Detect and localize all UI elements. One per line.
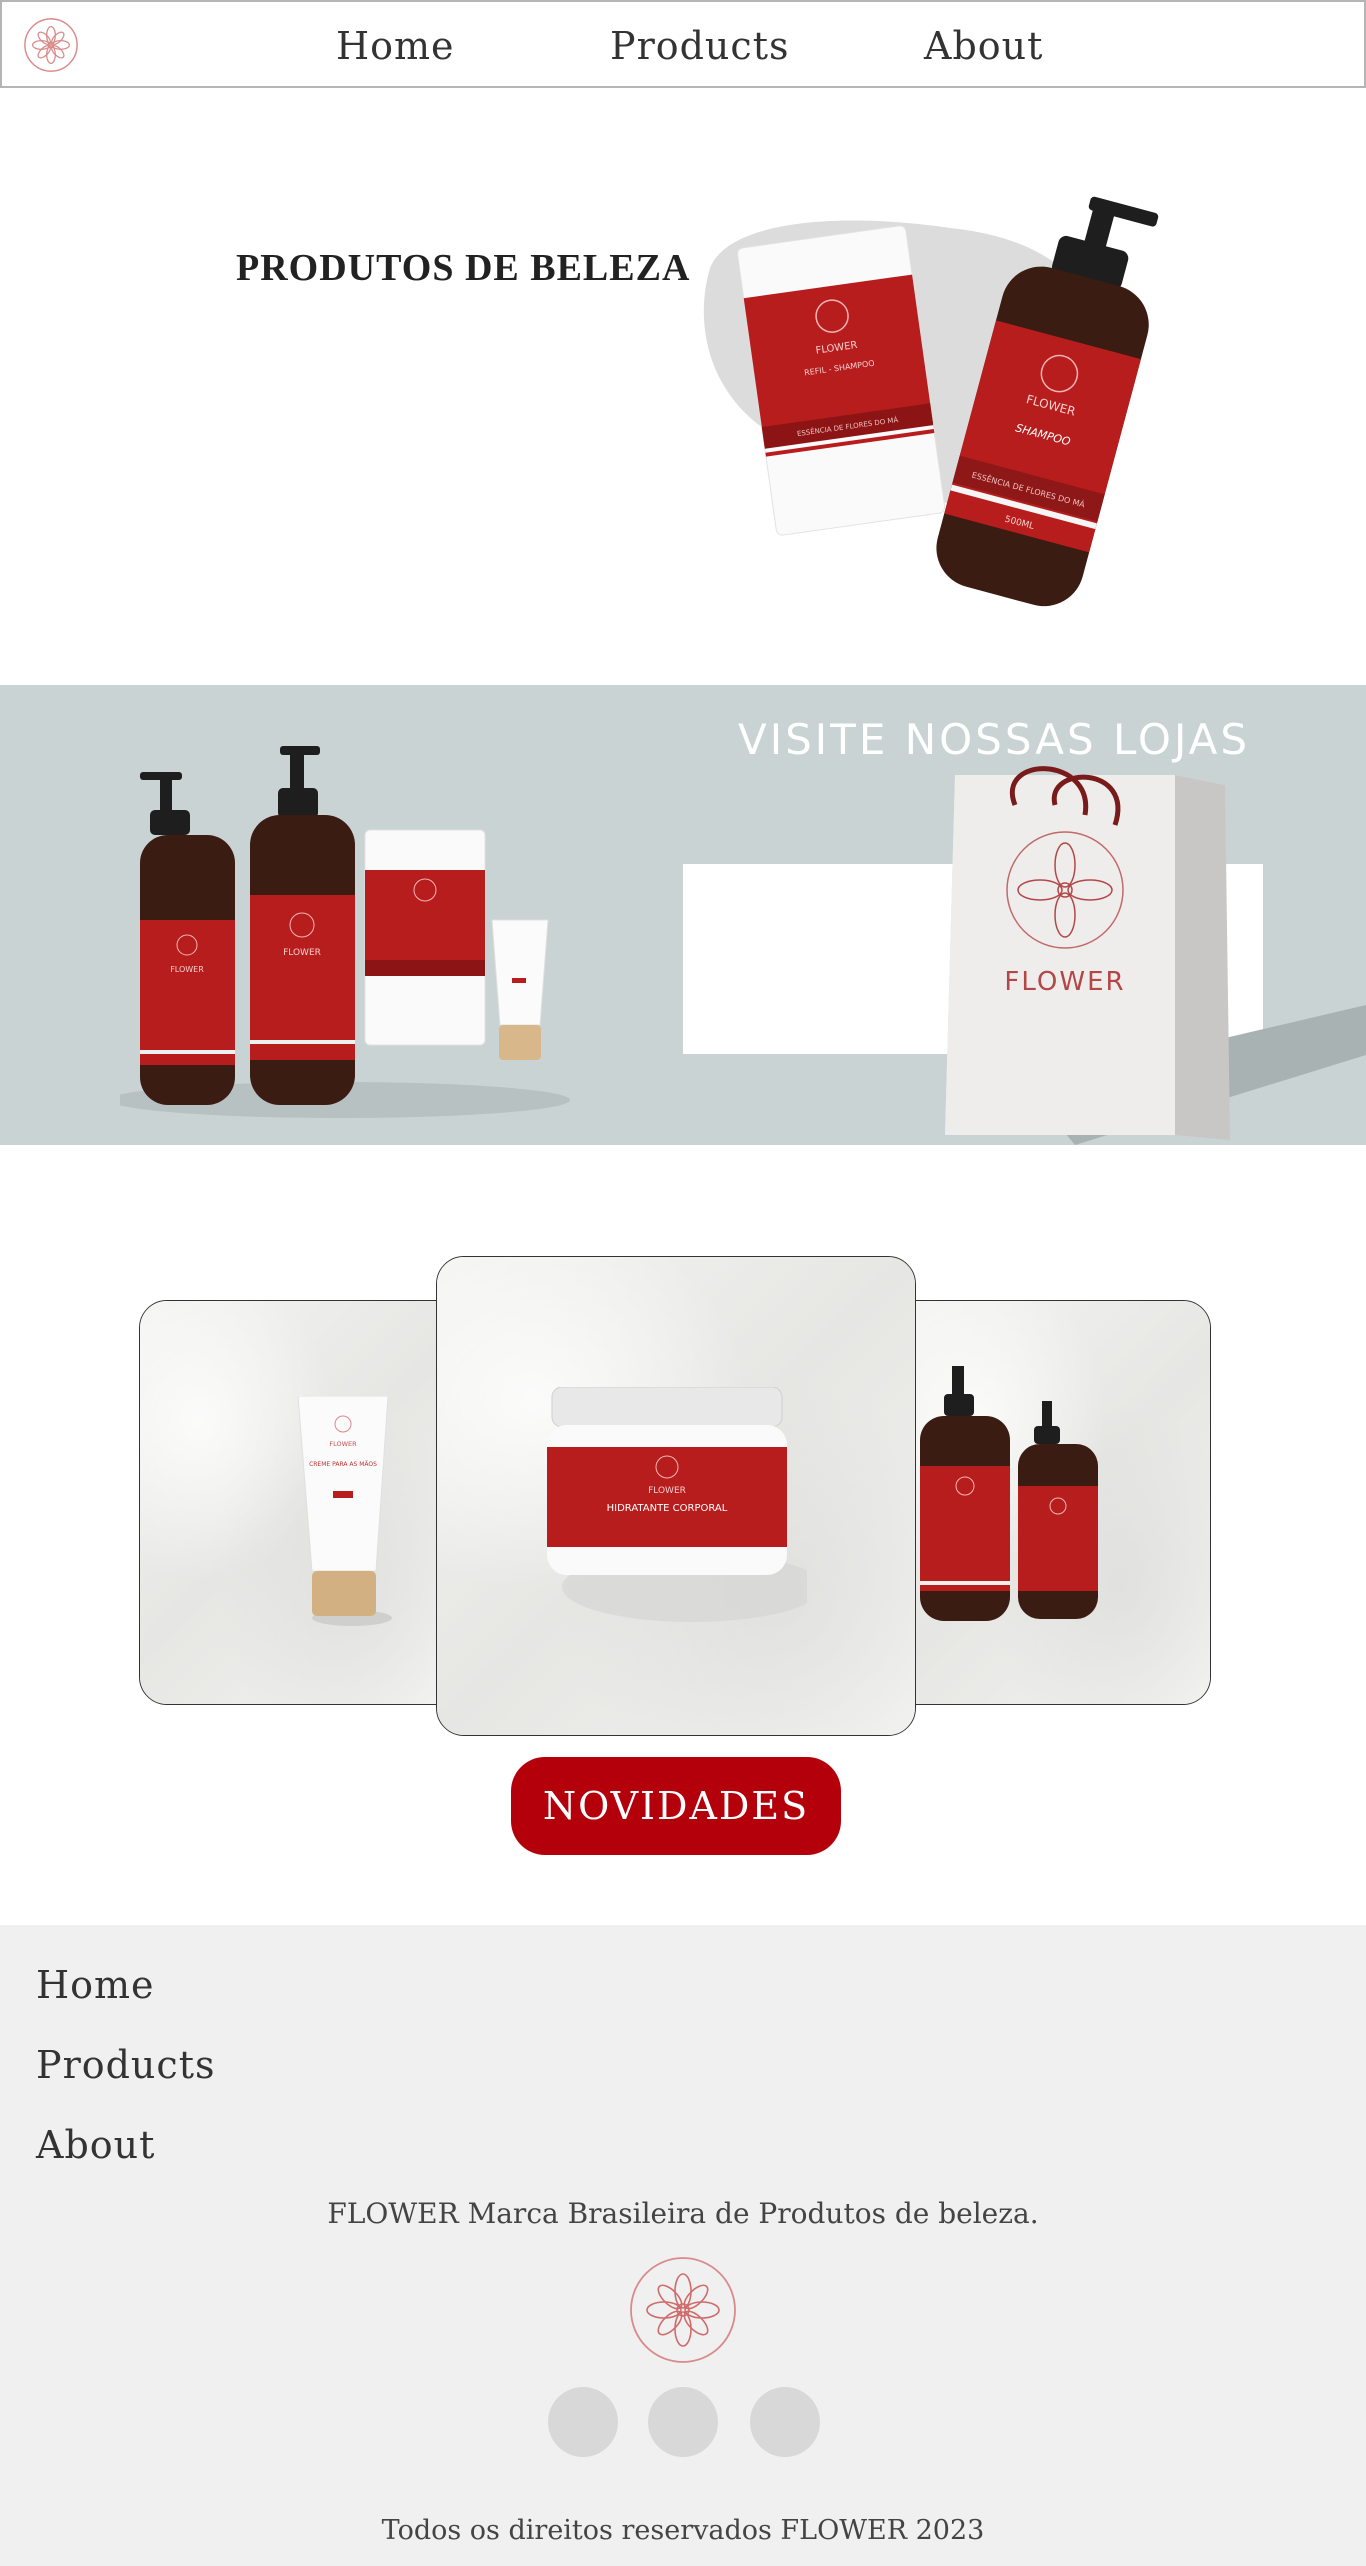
- footer-about-link[interactable]: About: [36, 2123, 155, 2167]
- product-lineup-image: FLOWER FLOWER: [120, 746, 570, 1118]
- bag-brand: FLOWER: [1004, 967, 1125, 997]
- jar-product: HIDRATANTE CORPORAL: [607, 1503, 728, 1514]
- flower-logo-icon: [630, 2257, 736, 2363]
- novelty-card-left[interactable]: FLOWER CREME PARA AS MÃOS: [139, 1300, 439, 1705]
- body-lotion-jar-image: FLOWER HIDRATANTE CORPORAL: [547, 1387, 807, 1622]
- copyright-text: Todos os direitos reservados FLOWER 2023: [381, 2515, 985, 2546]
- novelty-card-right[interactable]: [911, 1300, 1211, 1705]
- tube-product: CREME PARA AS MÃOS: [309, 1461, 377, 1468]
- footer: Home Products About FLOWER Marca Brasile…: [0, 1925, 1366, 2566]
- social-icon[interactable]: [750, 2387, 820, 2457]
- novelties-button[interactable]: NOVIDADES: [511, 1757, 841, 1855]
- footer-home-link[interactable]: Home: [36, 1963, 155, 2007]
- top-navigation-bar: Home Products About: [0, 0, 1366, 88]
- shopping-bag-image: FLOWER: [945, 766, 1366, 1145]
- stores-section: VISITE NOSSAS LOJAS FLOWER FLOWER FLOWER: [0, 685, 1366, 1145]
- social-icon[interactable]: [648, 2387, 718, 2457]
- lineup-small-brand: FLOWER: [170, 965, 204, 974]
- nav-products-link[interactable]: Products: [610, 24, 789, 68]
- lineup-tall-brand: FLOWER: [283, 948, 321, 958]
- hero-section: PRODUTOS DE BELEZA FLOWER REFIL - SHAMPO…: [0, 88, 1366, 685]
- hand-cream-tube-image: FLOWER CREME PARA AS MÃOS: [297, 1396, 392, 1626]
- flower-logo-icon[interactable]: [22, 16, 80, 74]
- footer-brand-text: FLOWER Marca Brasileira de Produtos de b…: [327, 2197, 1039, 2230]
- nav-about-link[interactable]: About: [924, 24, 1043, 68]
- social-icon[interactable]: [548, 2387, 618, 2457]
- hero-product-image: FLOWER REFIL - SHAMPOO ESSÊNCIA DE FLORE…: [703, 196, 1159, 607]
- nav-home-link[interactable]: Home: [336, 24, 455, 68]
- jar-brand: FLOWER: [648, 1486, 686, 1496]
- novelty-card-center[interactable]: FLOWER HIDRATANTE CORPORAL: [436, 1256, 916, 1736]
- tube-brand: FLOWER: [329, 1440, 357, 1448]
- bottle-pair-image: [920, 1366, 1098, 1621]
- stores-title: VISITE NOSSAS LOJAS: [738, 715, 1251, 764]
- footer-products-link[interactable]: Products: [36, 2043, 215, 2087]
- hero-title: PRODUTOS DE BELEZA: [236, 247, 691, 289]
